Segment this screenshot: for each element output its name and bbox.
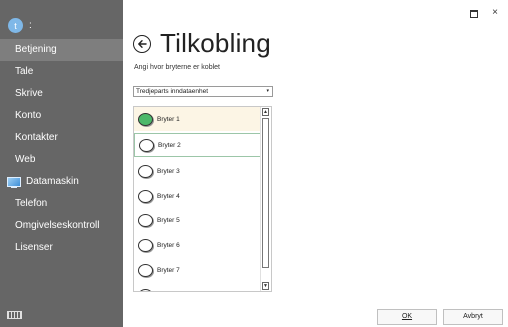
monitor-icon: [7, 176, 21, 188]
sidebar-item-konto[interactable]: Konto: [0, 105, 123, 127]
radio-off-icon[interactable]: [138, 164, 153, 178]
switch-label: Bryter 2: [158, 141, 181, 149]
switch-label: Bryter 4: [157, 192, 180, 200]
user-row[interactable]: t :: [8, 18, 32, 33]
switch-label: Bryter 3: [157, 167, 180, 175]
ok-label: OK: [401, 313, 413, 320]
list-item[interactable]: Bryter 4: [134, 184, 261, 208]
sidebar-item-betjening[interactable]: Betjening: [0, 39, 123, 61]
sidebar-item-label: Telefon: [15, 198, 48, 209]
radio-off-icon[interactable]: [139, 138, 154, 152]
cancel-label: Avbryt: [463, 313, 483, 320]
back-arrow-icon: [138, 40, 147, 48]
page-subtitle: Angi hvor bryterne er koblet: [134, 64, 220, 71]
radio-off-icon[interactable]: [138, 189, 153, 203]
input-source-dropdown[interactable]: Tredjeparts inndataenhet ▾: [133, 86, 273, 97]
list-item-partial[interactable]: [134, 283, 261, 291]
list-item[interactable]: Bryter 2: [134, 133, 261, 157]
sidebar-item-label: Betjening: [15, 44, 57, 55]
scroll-up-icon[interactable]: ▲: [262, 108, 269, 116]
avatar[interactable]: t: [8, 18, 23, 33]
user-separator: :: [29, 20, 32, 31]
sidebar: t : Betjening Tale Skrive Konto Kontakte…: [0, 0, 123, 327]
radio-off-icon[interactable]: [138, 263, 153, 277]
sidebar-item-label: Lisenser: [15, 242, 53, 253]
sidebar-item-skrive[interactable]: Skrive: [0, 83, 123, 105]
sidebar-item-kontakter[interactable]: Kontakter: [0, 127, 123, 149]
chevron-down-icon: ▾: [266, 88, 269, 94]
sidebar-item-telefon[interactable]: Telefon: [0, 193, 123, 215]
sidebar-item-label: Tale: [15, 66, 34, 77]
list-item[interactable]: Bryter 5: [134, 208, 261, 232]
sidebar-nav: Betjening Tale Skrive Konto Kontakter We…: [0, 39, 123, 259]
radio-off-icon[interactable]: [138, 288, 153, 291]
radio-off-icon[interactable]: [138, 238, 153, 252]
list-item[interactable]: Bryter 3: [134, 159, 261, 183]
close-icon[interactable]: ×: [492, 8, 498, 18]
sidebar-item-lisenser[interactable]: Lisenser: [0, 237, 123, 259]
sidebar-item-web[interactable]: Web: [0, 149, 123, 171]
scroll-down-icon[interactable]: ▼: [262, 282, 269, 290]
list-item[interactable]: Bryter 1: [134, 107, 261, 131]
switch-label: Bryter 7: [157, 266, 180, 274]
sidebar-item-label: Datamaskin: [26, 176, 79, 187]
switch-label: Bryter 1: [157, 115, 180, 123]
list-item[interactable]: Bryter 6: [134, 233, 261, 257]
dropdown-value: Tredjeparts inndataenhet: [136, 88, 209, 95]
sidebar-item-datamaskin[interactable]: Datamaskin: [0, 171, 123, 193]
list-item[interactable]: Bryter 7: [134, 258, 261, 282]
restore-icon[interactable]: [470, 10, 479, 18]
back-button[interactable]: [133, 35, 151, 53]
radio-off-icon[interactable]: [138, 213, 153, 227]
scroll-thumb[interactable]: [262, 118, 269, 268]
sidebar-item-tale[interactable]: Tale: [0, 61, 123, 83]
ok-button[interactable]: OK: [377, 309, 437, 325]
switch-label: Bryter 5: [157, 216, 180, 224]
switch-list[interactable]: Bryter 1 Bryter 2 Bryter 3 Bryter 4 Bryt…: [133, 106, 272, 292]
cancel-button[interactable]: Avbryt: [443, 309, 503, 325]
sidebar-item-omgivelseskontroll[interactable]: Omgivelseskontroll: [0, 215, 123, 237]
radio-on-icon[interactable]: [138, 112, 153, 126]
switch-label: Bryter 6: [157, 241, 180, 249]
page-title: Tilkobling: [160, 28, 271, 58]
window-controls: ×: [470, 8, 498, 18]
sidebar-item-label: Kontakter: [15, 132, 58, 143]
scrollbar[interactable]: ▲ ▼: [260, 107, 271, 291]
sidebar-item-label: Konto: [15, 110, 42, 121]
sidebar-item-label: Skrive: [15, 88, 43, 99]
sidebar-item-label: Omgivelseskontroll: [15, 220, 100, 231]
sidebar-item-label: Web: [15, 154, 36, 165]
keyboard-icon[interactable]: [7, 311, 22, 319]
